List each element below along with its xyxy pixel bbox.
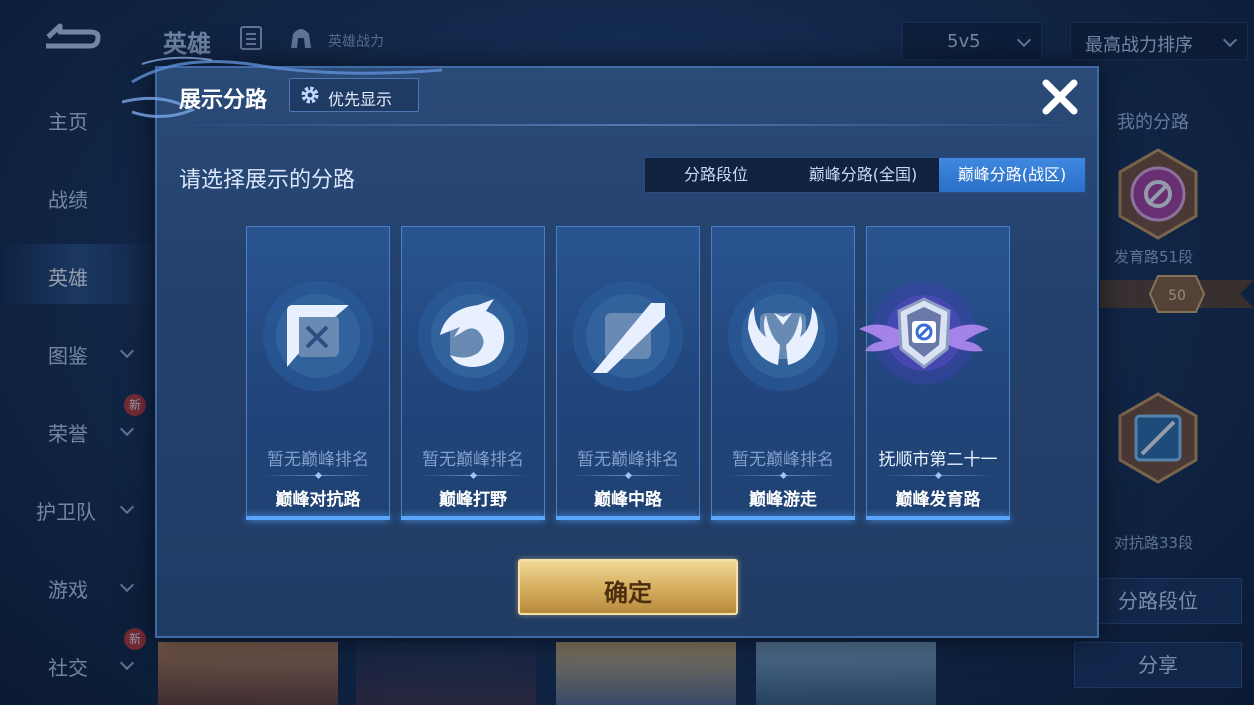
sidebar-item-label: 游戏 bbox=[48, 578, 88, 602]
sort-select-value: 最高战力排序 bbox=[1085, 35, 1193, 56]
sidebar: 主页 战绩 英雄 图鉴 荣誉新 护卫队 游戏 社交新 bbox=[0, 80, 160, 705]
lane-card-mid[interactable]: 暂无巅峰排名 巅峰中路 bbox=[556, 226, 700, 520]
divider bbox=[881, 475, 995, 476]
rank-label: 对抗路33段 bbox=[1114, 534, 1194, 552]
sidebar-item-label: 战绩 bbox=[48, 188, 88, 212]
hero-power-label: 英雄战力 bbox=[328, 34, 384, 50]
wings-icon bbox=[728, 281, 838, 391]
lane-rank-text: 暂无巅峰排名 bbox=[267, 450, 369, 470]
sidebar-item-heroes[interactable]: 英雄 bbox=[0, 244, 160, 304]
sidebar-item-label: 护卫队 bbox=[36, 500, 96, 524]
chevron-down-icon bbox=[119, 577, 135, 593]
back-arrow-icon[interactable] bbox=[38, 20, 104, 54]
card-highlight bbox=[866, 516, 1010, 520]
rank-ribbon: 50 bbox=[1100, 275, 1254, 313]
sidebar-item-guard[interactable]: 护卫队 bbox=[0, 478, 160, 538]
card-highlight bbox=[711, 516, 855, 520]
sort-select[interactable]: 最高战力排序 bbox=[1070, 22, 1248, 60]
sidebar-item-gallery[interactable]: 图鉴 bbox=[0, 322, 160, 382]
lane-select-prompt: 请选择展示的分路 bbox=[179, 168, 356, 193]
tab-peak-lane-national[interactable]: 巅峰分路(全国) bbox=[787, 158, 939, 192]
sidebar-item-records[interactable]: 战绩 bbox=[0, 166, 160, 226]
lane-rank-text: 抚顺市第二十一 bbox=[878, 450, 998, 470]
sword-shield-icon bbox=[263, 281, 373, 391]
dragon-icon bbox=[418, 281, 528, 391]
hero-card[interactable] bbox=[356, 642, 536, 705]
my-lanes-title: 我的分路 bbox=[1117, 112, 1189, 133]
sidebar-item-label: 荣誉 bbox=[48, 422, 88, 446]
lane-card-top[interactable]: 暂无巅峰排名 巅峰对抗路 bbox=[246, 226, 390, 520]
lane-display-dialog: 展示分路 优先显示 请选择展示的分路 分路段位 巅峰分路(全国) 巅峰分路(战区… bbox=[122, 56, 1099, 638]
sidebar-item-label: 图鉴 bbox=[48, 344, 88, 368]
card-highlight bbox=[556, 516, 700, 520]
mode-select[interactable]: 5v5 bbox=[902, 22, 1042, 60]
mode-select-value: 5v5 bbox=[947, 31, 981, 52]
chevron-down-icon bbox=[1222, 32, 1238, 48]
priority-display-label: 优先显示 bbox=[328, 90, 393, 109]
divider bbox=[157, 124, 1097, 126]
dialog-title: 展示分路 bbox=[179, 88, 268, 113]
rank-emblem-icon bbox=[1118, 148, 1198, 240]
divider bbox=[571, 475, 685, 476]
lane-name: 巅峰游走 bbox=[749, 490, 817, 510]
rank-label: 发育路51段 bbox=[1114, 248, 1194, 266]
confirm-button[interactable]: 确定 bbox=[518, 559, 738, 615]
sidebar-item-label: 社交 bbox=[48, 656, 88, 680]
sidebar-item-social[interactable]: 社交 新 bbox=[0, 628, 160, 694]
list-icon[interactable] bbox=[240, 26, 262, 50]
divider bbox=[261, 475, 375, 476]
gear-icon bbox=[301, 86, 319, 104]
my-lanes-panel: 我的分路 发育路51段 50 对抗路33段 分路段位 分享 bbox=[1074, 80, 1254, 705]
chevron-down-icon bbox=[119, 499, 135, 515]
lane-card-bottom[interactable]: 抚顺市第二十一 巅峰发育路 bbox=[859, 226, 1010, 520]
hero-card[interactable] bbox=[556, 642, 736, 705]
card-highlight bbox=[246, 516, 390, 520]
lane-card-roam[interactable]: 暂无巅峰排名 巅峰游走 bbox=[711, 226, 855, 520]
hero-card[interactable] bbox=[756, 642, 936, 705]
lane-name: 巅峰打野 bbox=[439, 490, 507, 510]
divider bbox=[416, 475, 530, 476]
card-highlight bbox=[401, 516, 545, 520]
winged-badge-icon bbox=[859, 281, 989, 385]
chevron-down-icon bbox=[1016, 32, 1032, 48]
new-badge: 新 bbox=[124, 394, 146, 416]
lane-rank-button[interactable]: 分路段位 bbox=[1074, 578, 1242, 624]
hero-helmet-icon bbox=[291, 29, 311, 48]
lane-rank-text: 暂无巅峰排名 bbox=[732, 450, 834, 470]
hero-card[interactable] bbox=[158, 642, 338, 705]
lane-name: 巅峰对抗路 bbox=[275, 490, 361, 510]
lane-name: 巅峰中路 bbox=[594, 490, 662, 510]
sidebar-item-games[interactable]: 游戏 bbox=[0, 556, 160, 616]
lane-rank-text: 暂无巅峰排名 bbox=[422, 450, 524, 470]
rank-emblem-icon bbox=[1118, 392, 1198, 484]
divider bbox=[726, 475, 840, 476]
chevron-down-icon bbox=[119, 655, 135, 671]
lane-name: 巅峰发育路 bbox=[895, 490, 981, 510]
tab-peak-lane-region[interactable]: 巅峰分路(战区) bbox=[939, 158, 1085, 192]
chevron-down-icon bbox=[119, 343, 135, 359]
priority-display-button[interactable]: 优先显示 bbox=[289, 78, 419, 112]
lane-card-jungle[interactable]: 暂无巅峰排名 巅峰打野 bbox=[401, 226, 545, 520]
sidebar-item-label: 主页 bbox=[48, 110, 88, 134]
confirm-button-label: 确定 bbox=[604, 579, 652, 607]
hero-list bbox=[158, 642, 938, 705]
close-icon[interactable] bbox=[1037, 74, 1083, 120]
ribbon-number: 50 bbox=[1168, 288, 1186, 304]
tab-lane-rank[interactable]: 分路段位 bbox=[645, 158, 787, 192]
sidebar-item-label: 英雄 bbox=[48, 266, 88, 290]
lane-rank-text: 暂无巅峰排名 bbox=[577, 450, 679, 470]
staff-icon bbox=[573, 281, 683, 391]
lane-type-tabs: 分路段位 巅峰分路(全国) 巅峰分路(战区) bbox=[644, 157, 1086, 193]
new-badge: 新 bbox=[124, 628, 146, 650]
chevron-down-icon bbox=[119, 421, 135, 437]
sidebar-item-honor[interactable]: 荣誉 新 bbox=[0, 394, 160, 460]
share-button[interactable]: 分享 bbox=[1074, 642, 1242, 688]
